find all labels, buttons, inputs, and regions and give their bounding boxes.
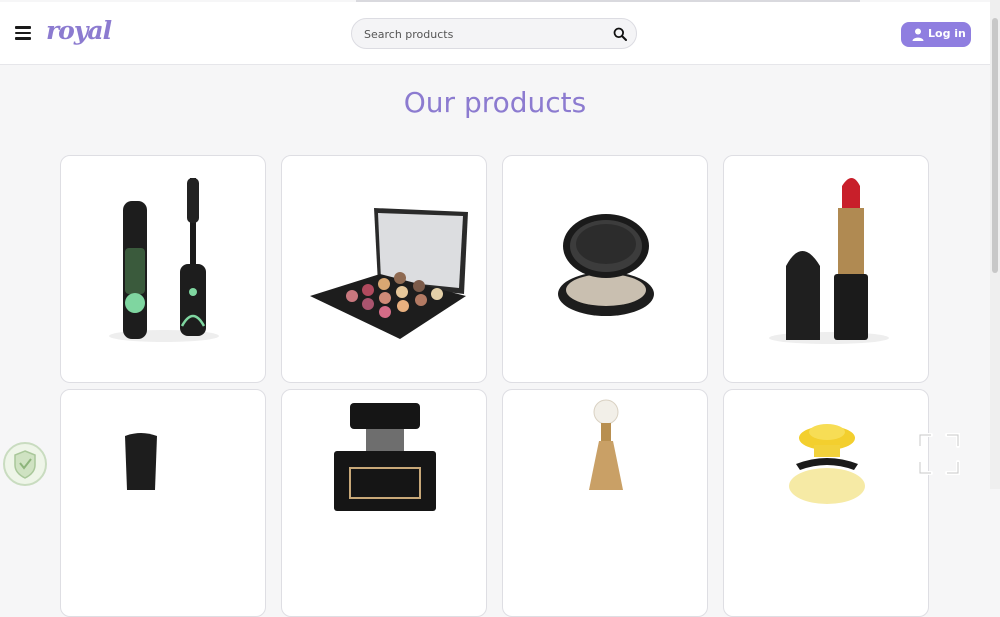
- header: royal Log in: [0, 2, 990, 65]
- floral-perfume-image: [789, 424, 865, 504]
- nail-polish-image: [125, 433, 157, 490]
- mascara-image: [109, 178, 219, 342]
- user-icon: [912, 28, 924, 41]
- scrollbar[interactable]: [990, 0, 1000, 489]
- search-icon[interactable]: [613, 27, 627, 41]
- product-card-floral-perfume[interactable]: [723, 389, 929, 617]
- logo[interactable]: royal: [46, 16, 112, 45]
- product-card-gold-perfume[interactable]: [502, 389, 708, 617]
- product-card-compact-powder[interactable]: [502, 155, 708, 383]
- search-bar: [351, 18, 637, 49]
- product-card-perfume-bottle[interactable]: [281, 389, 487, 617]
- compact-powder-image: [558, 214, 654, 316]
- menu-icon[interactable]: [15, 26, 31, 40]
- fullscreen-icon[interactable]: [916, 431, 962, 477]
- eyeshadow-palette-image: [310, 208, 468, 339]
- shield-icon: [3, 442, 47, 486]
- product-card-lipstick[interactable]: [723, 155, 929, 383]
- login-label: Log in: [928, 27, 966, 40]
- scrollbar-thumb[interactable]: [992, 18, 998, 273]
- perfume-bottle-image: [334, 403, 436, 511]
- product-card-mascara[interactable]: [60, 155, 266, 383]
- product-card-nail-polish[interactable]: [60, 389, 266, 617]
- search-input[interactable]: [364, 25, 604, 43]
- login-button[interactable]: Log in: [901, 22, 971, 47]
- product-card-eyeshadow-palette[interactable]: [281, 155, 487, 383]
- lipstick-image: [769, 178, 889, 344]
- page-title: Our products: [403, 86, 587, 119]
- gold-perfume-image: [589, 399, 623, 490]
